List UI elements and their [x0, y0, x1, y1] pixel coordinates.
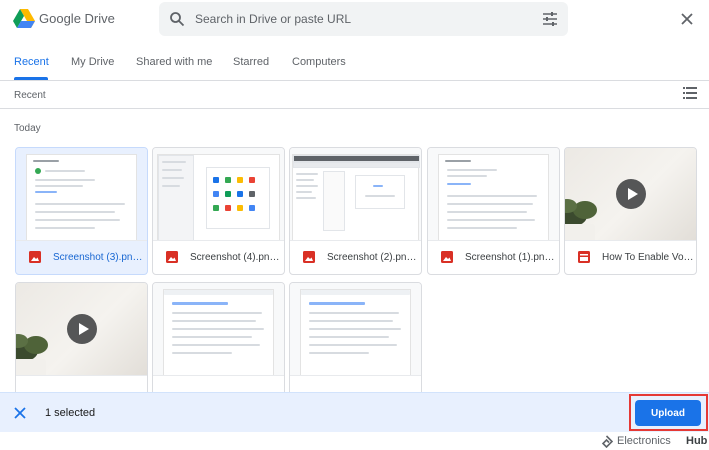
breadcrumb: Recent: [14, 90, 46, 101]
file-name: Screenshot (1).png...: [465, 252, 557, 263]
watermark-text: Electronics: [617, 435, 671, 447]
file-thumbnail: [428, 148, 559, 241]
file-card[interactable]: Screenshot (4).png...: [152, 147, 285, 275]
header: Google Drive: [0, 0, 709, 40]
file-thumbnail: [16, 148, 147, 241]
file-card[interactable]: Screenshot (2).png...: [289, 147, 422, 275]
group-label: Today: [14, 123, 41, 134]
divider: [0, 80, 709, 81]
list-view-icon[interactable]: [683, 87, 697, 99]
file-thumbnail: [153, 283, 284, 376]
tab-starred[interactable]: Starred: [233, 56, 269, 68]
video-file-icon: [578, 251, 590, 263]
search-bar[interactable]: [159, 2, 568, 36]
clear-selection-icon[interactable]: [14, 407, 26, 419]
play-icon[interactable]: [615, 179, 646, 209]
file-name: Screenshot (4).png...: [190, 252, 282, 263]
play-icon[interactable]: [66, 314, 97, 344]
plant-image: [565, 199, 597, 240]
tab-recent[interactable]: Recent: [14, 56, 49, 68]
search-options-icon[interactable]: [542, 11, 558, 27]
video-thumbnail: [16, 283, 147, 376]
app-title: Google Drive: [39, 11, 115, 26]
image-file-icon: [441, 251, 453, 263]
file-card[interactable]: [289, 282, 422, 410]
video-thumbnail: [565, 148, 696, 241]
tab-shared-with-me[interactable]: Shared with me: [136, 56, 212, 68]
file-thumbnail: [290, 148, 421, 241]
selection-bar: 1 selected: [0, 392, 709, 432]
watermark-text-bold: Hub: [686, 435, 708, 447]
file-card[interactable]: How To Enable Voi...: [564, 147, 697, 275]
search-icon[interactable]: [169, 11, 185, 27]
electronics-hub-logo-icon: [601, 435, 613, 448]
close-icon[interactable]: [680, 12, 694, 26]
file-card[interactable]: Screenshot (3).png...: [15, 147, 148, 275]
file-thumbnail: [290, 283, 421, 376]
search-input[interactable]: [195, 9, 515, 29]
image-file-icon: [303, 251, 315, 263]
file-name: Screenshot (3).png...: [53, 252, 145, 263]
selected-count: 1 selected: [45, 407, 96, 419]
image-file-icon: [166, 251, 178, 263]
plant-image: [16, 334, 48, 375]
file-name: Screenshot (2).png...: [327, 252, 419, 263]
google-drive-logo-icon: [13, 9, 35, 28]
tab-my-drive[interactable]: My Drive: [71, 56, 114, 68]
tab-bar: Recent My Drive Shared with me Starred C…: [0, 50, 709, 80]
upload-button[interactable]: Upload: [635, 400, 701, 426]
file-card[interactable]: [152, 282, 285, 410]
divider: [0, 108, 709, 109]
image-file-icon: [29, 251, 41, 263]
file-name: How To Enable Voi...: [602, 252, 694, 263]
file-card[interactable]: [15, 282, 148, 410]
tab-computers[interactable]: Computers: [292, 56, 346, 68]
file-card[interactable]: Screenshot (1).png...: [427, 147, 560, 275]
file-thumbnail: [153, 148, 284, 241]
